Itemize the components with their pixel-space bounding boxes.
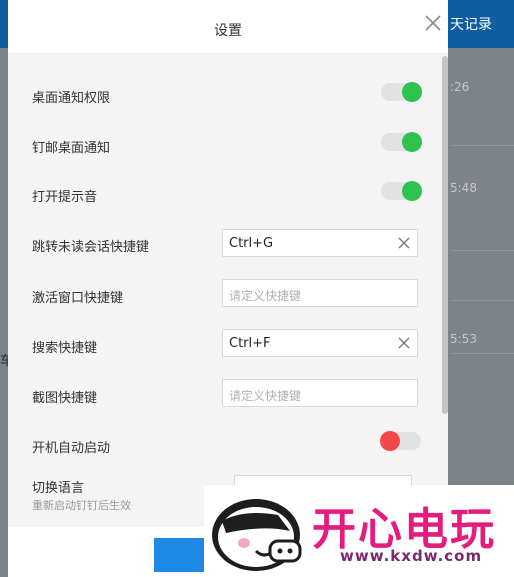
settings-list: 桌面通知权限 钉邮桌面通知 打开提示音 跳转未读会话快捷键 Ctrl+G 激活窗… (8, 54, 448, 527)
search-shortcut-input[interactable]: Ctrl+F (222, 329, 418, 357)
toggle-knob (402, 132, 422, 152)
background-header-title: 天记录 (450, 17, 492, 33)
shortcut-placeholder: 请定义快捷键 (229, 289, 302, 303)
background-timestamp: 5:53 (450, 332, 477, 346)
shortcut-value: Ctrl+G (229, 236, 274, 251)
background-timestamp: 5:48 (450, 181, 477, 195)
watermark-url: www.kxdw.com (340, 547, 483, 565)
setting-label-unread-shortcut: 跳转未读会话快捷键 (32, 240, 150, 255)
dialog-title: 设置 (214, 23, 242, 39)
toggle-autostart[interactable] (380, 431, 421, 451)
close-icon[interactable] (422, 12, 444, 34)
setting-label-screenshot-shortcut: 截图快捷键 (32, 391, 98, 406)
setting-label-mail-notification: 钉邮桌面通知 (32, 141, 111, 156)
setting-label-search-shortcut: 搜索快捷键 (32, 341, 98, 356)
toggle-desktop-notification[interactable] (381, 82, 422, 102)
shortcut-placeholder: 请定义快捷键 (229, 389, 302, 403)
dialog-header: 设置 (8, 0, 448, 54)
toggle-sound[interactable] (381, 181, 422, 201)
setting-label-desktop-notification: 桌面通知权限 (32, 91, 111, 106)
setting-label-autostart: 开机自动启动 (32, 441, 111, 456)
screenshot-shortcut-input[interactable]: 请定义快捷键 (222, 379, 418, 407)
clear-icon[interactable] (398, 237, 410, 249)
setting-sublabel-language: 重新启动钉钉后生效 (32, 499, 131, 512)
shortcut-value: Ctrl+F (229, 336, 271, 351)
toggle-knob (402, 181, 422, 201)
background-divider (450, 300, 514, 301)
toggle-knob (402, 82, 422, 102)
background-divider (450, 250, 514, 251)
unread-shortcut-input[interactable]: Ctrl+G (222, 229, 418, 257)
background-timestamp: :26 (450, 80, 470, 94)
toggle-knob (380, 431, 400, 451)
background-divider (450, 353, 514, 354)
setting-label-sound: 打开提示音 (32, 190, 98, 205)
activate-shortcut-input[interactable]: 请定义快捷键 (222, 279, 418, 307)
mascot-logo (212, 499, 302, 571)
scrollbar-thumb[interactable] (442, 56, 448, 414)
setting-label-activate-shortcut: 激活窗口快捷键 (32, 291, 124, 306)
clear-icon[interactable] (398, 337, 410, 349)
toggle-mail-notification[interactable] (381, 132, 422, 152)
watermark: 开心电玩 www.kxdw.com (204, 485, 514, 577)
background-divider (450, 145, 514, 146)
setting-label-language: 切换语言 (32, 481, 85, 496)
